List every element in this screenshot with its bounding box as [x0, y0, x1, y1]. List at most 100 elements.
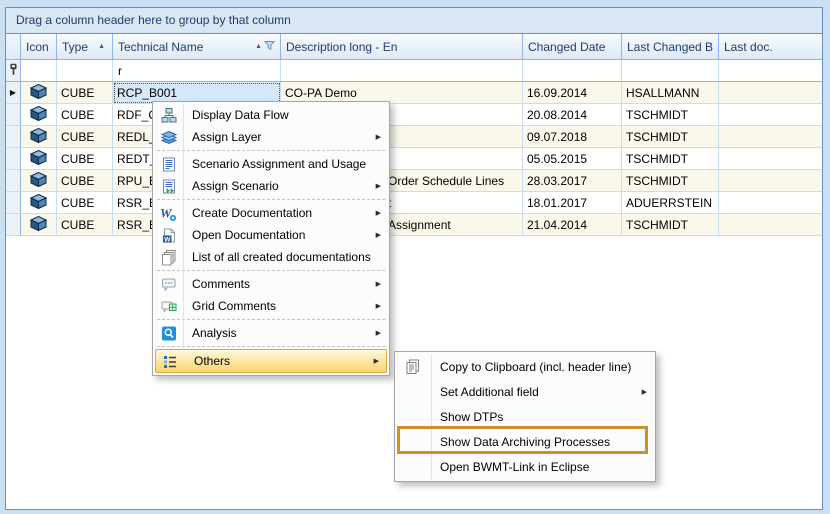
- filter-cell-icon[interactable]: [21, 60, 57, 81]
- menu-item-label: Copy to Clipboard (incl. header line): [440, 360, 631, 374]
- menu-separator: [157, 346, 385, 347]
- cell-type[interactable]: CUBE: [57, 126, 113, 148]
- group-by-panel[interactable]: Drag a column header here to group by th…: [6, 8, 822, 34]
- submenu-arrow-icon: ▶: [376, 182, 381, 190]
- cell-last-doc[interactable]: [719, 104, 822, 126]
- filter-cell-technical-name[interactable]: r: [113, 60, 281, 81]
- cube-icon: [30, 194, 47, 212]
- cell-type[interactable]: CUBE: [57, 148, 113, 170]
- cell-icon[interactable]: [21, 192, 57, 214]
- filter-funnel-icon: [264, 40, 275, 54]
- menu-item-scenario-assignment-and-usage[interactable]: Scenario Assignment and Usage: [154, 153, 388, 175]
- filter-cell-type[interactable]: [57, 60, 113, 81]
- submenu-arrow-icon: ▶: [376, 280, 381, 288]
- column-header-label: Type: [62, 40, 96, 54]
- menu-item-comments[interactable]: Comments ▶: [154, 273, 388, 295]
- sort-ascending-icon: ▲: [98, 43, 105, 50]
- menu-item-open-documentation[interactable]: WOpen Documentation▶: [154, 224, 388, 246]
- column-header-description-long-en[interactable]: Description long - En: [281, 34, 523, 59]
- submenu-arrow-icon: ▶: [376, 329, 381, 337]
- cell-icon[interactable]: [21, 126, 57, 148]
- menu-item-assign-scenario[interactable]: Assign Scenario▶: [154, 175, 388, 197]
- cell-type[interactable]: CUBE: [57, 104, 113, 126]
- cell-icon[interactable]: [21, 214, 57, 236]
- cube-icon: [30, 84, 47, 102]
- submenu-arrow-icon: ▶: [374, 357, 379, 365]
- comment-icon: [160, 276, 177, 293]
- filter-cell-last-doc[interactable]: [719, 60, 822, 81]
- submenu-item-show-data-archiving-processes[interactable]: Show Data Archiving Processes: [396, 429, 654, 454]
- cell-last-doc[interactable]: [719, 82, 822, 104]
- cell-last-changed-by[interactable]: TSCHMIDT: [622, 148, 719, 170]
- table-row: CUBEREDL_09.07.2018TSCHMIDT: [6, 126, 822, 148]
- column-header-changed-date[interactable]: Changed Date: [523, 34, 622, 59]
- cell-last-doc[interactable]: [719, 214, 822, 236]
- table-row: ▶CUBERCP_B001CO-PA Demo16.09.2014HSALLMA…: [6, 82, 822, 104]
- filter-cell-last-changed-by[interactable]: [622, 60, 719, 81]
- cell-last-changed-by[interactable]: TSCHMIDT: [622, 214, 719, 236]
- cell-icon[interactable]: [21, 104, 57, 126]
- cell-last-changed-by[interactable]: TSCHMIDT: [622, 104, 719, 126]
- menu-item-label: Comments: [192, 277, 250, 291]
- cell-changed-date[interactable]: 09.07.2018: [523, 126, 622, 148]
- cell-last-changed-by[interactable]: TSCHMIDT: [622, 170, 719, 192]
- cell-type[interactable]: CUBE: [57, 214, 113, 236]
- menu-item-create-documentation[interactable]: WCreate Documentation▶: [154, 202, 388, 224]
- column-header-technical-name[interactable]: Technical Name▲: [113, 34, 281, 59]
- cell-changed-date[interactable]: 28.03.2017: [523, 170, 622, 192]
- cell-changed-date[interactable]: 16.09.2014: [523, 82, 622, 104]
- cell-last-changed-by[interactable]: HSALLMANN: [622, 82, 719, 104]
- cell-type[interactable]: CUBE: [57, 82, 113, 104]
- filter-cell-description-long-en[interactable]: [281, 60, 523, 81]
- cell-last-changed-by[interactable]: ADUERRSTEIN: [622, 192, 719, 214]
- menu-item-label: Create Documentation: [192, 206, 312, 220]
- cell-last-doc[interactable]: [719, 192, 822, 214]
- column-header-last-doc[interactable]: Last doc.: [719, 34, 822, 59]
- submenu-item-open-bwmt-link-in-eclipse[interactable]: Open BWMT-Link in Eclipse: [396, 454, 654, 479]
- cell-type[interactable]: CUBE: [57, 192, 113, 214]
- menu-item-others[interactable]: Others ▶: [155, 349, 387, 373]
- column-header-icon[interactable]: Icon: [21, 34, 57, 59]
- cell-changed-date[interactable]: 21.04.2014: [523, 214, 622, 236]
- copies-icon: [160, 249, 177, 266]
- submenu-item-copy-to-clipboard-incl-header-line[interactable]: Copy to Clipboard (incl. header line): [396, 354, 654, 379]
- menu-separator: [157, 199, 385, 200]
- row-indicator[interactable]: [6, 126, 21, 148]
- grid-comment-icon: [160, 298, 177, 315]
- cell-last-doc[interactable]: [719, 148, 822, 170]
- layers-icon: [160, 129, 177, 146]
- menu-item-list-of-all-created-documentations[interactable]: List of all created documentations: [154, 246, 388, 268]
- column-header-last-changed-by[interactable]: Last Changed By: [622, 34, 719, 59]
- row-indicator[interactable]: [6, 170, 21, 192]
- cell-changed-date[interactable]: 20.08.2014: [523, 104, 622, 126]
- list-icon: [161, 353, 178, 370]
- cell-last-doc[interactable]: [719, 126, 822, 148]
- menu-item-assign-layer[interactable]: Assign Layer▶: [154, 126, 388, 148]
- submenu-item-set-additional-field[interactable]: Set Additional field▶: [396, 379, 654, 404]
- cell-icon[interactable]: [21, 82, 57, 104]
- column-header-type[interactable]: Type▲: [57, 34, 113, 59]
- cube-icon: [30, 172, 47, 190]
- menu-item-analysis[interactable]: Analysis▶: [154, 322, 388, 344]
- row-indicator[interactable]: [6, 214, 21, 236]
- row-indicator[interactable]: ▶: [6, 82, 21, 104]
- menu-item-display-data-flow[interactable]: Display Data Flow: [154, 104, 388, 126]
- menu-item-grid-comments[interactable]: Grid Comments▶: [154, 295, 388, 317]
- copy-icon: [404, 358, 421, 375]
- cell-icon[interactable]: [21, 148, 57, 170]
- row-indicator[interactable]: [6, 192, 21, 214]
- row-indicator[interactable]: [6, 104, 21, 126]
- menu-item-label: Show Data Archiving Processes: [440, 435, 610, 449]
- row-indicator[interactable]: [6, 148, 21, 170]
- cell-last-changed-by[interactable]: TSCHMIDT: [622, 126, 719, 148]
- filter-cell-changed-date[interactable]: [523, 60, 622, 81]
- cell-last-doc[interactable]: [719, 170, 822, 192]
- cell-changed-date[interactable]: 05.05.2015: [523, 148, 622, 170]
- cell-icon[interactable]: [21, 170, 57, 192]
- column-header-indicator: [6, 34, 21, 59]
- menu-item-label: Others: [194, 354, 230, 368]
- menu-separator: [157, 270, 385, 271]
- cell-type[interactable]: CUBE: [57, 170, 113, 192]
- submenu-item-show-dtps[interactable]: Show DTPs: [396, 404, 654, 429]
- cell-changed-date[interactable]: 18.01.2017: [523, 192, 622, 214]
